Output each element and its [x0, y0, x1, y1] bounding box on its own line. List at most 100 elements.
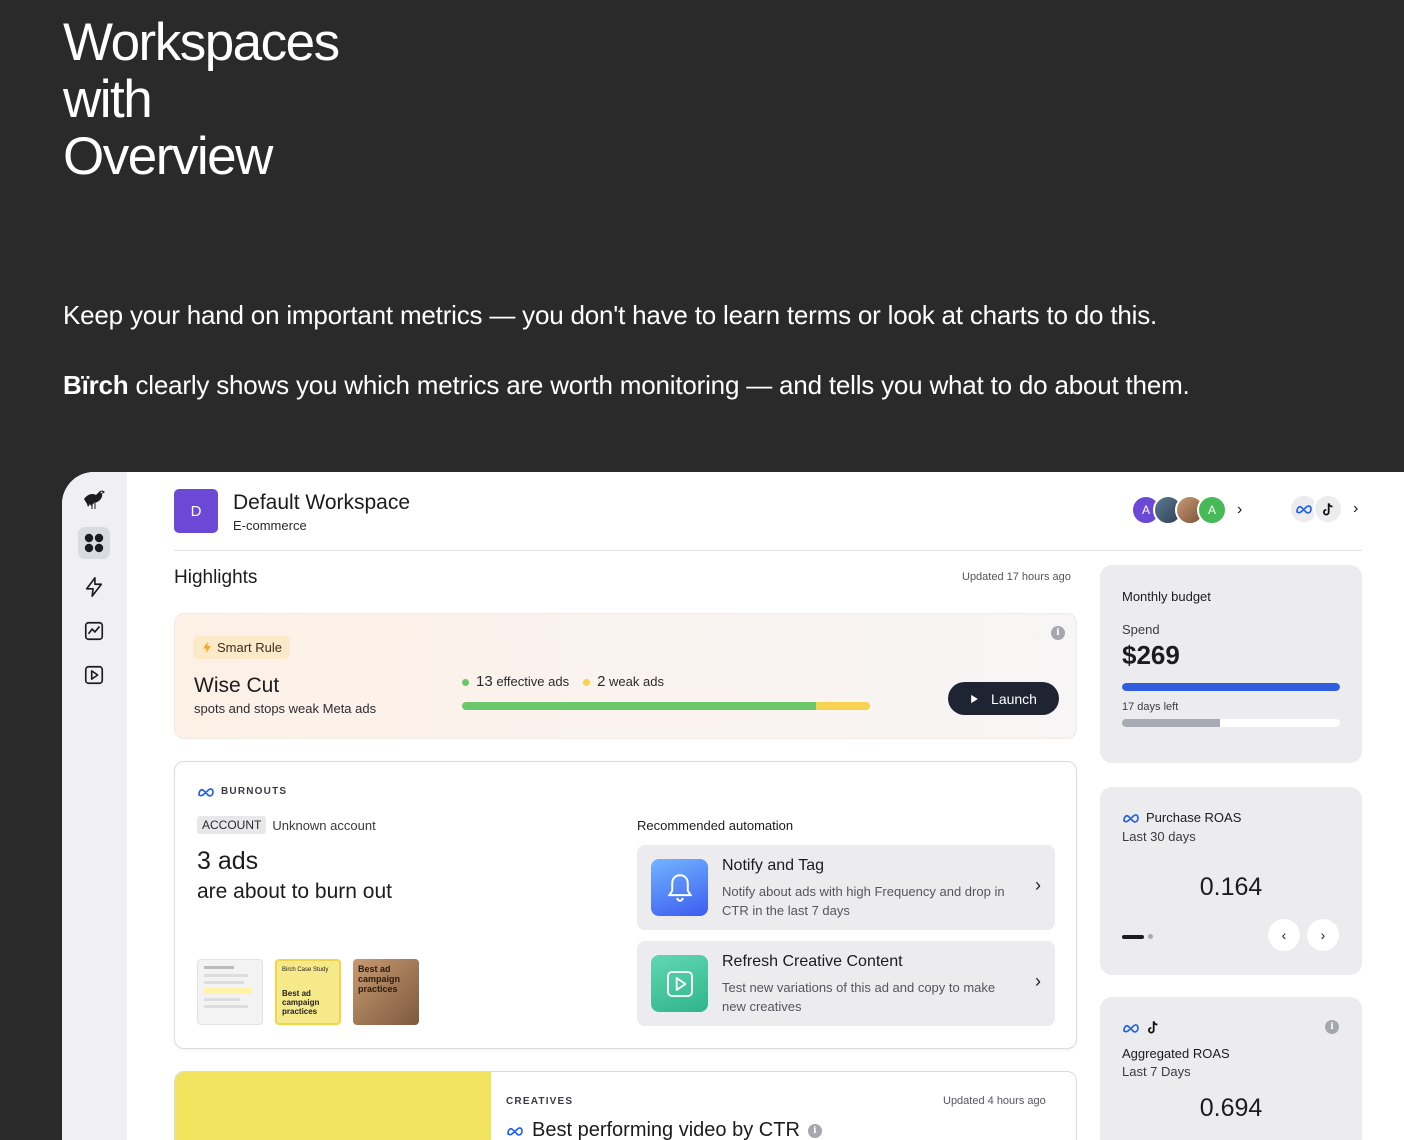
creatives-updated: Updated 4 hours ago — [943, 1095, 1046, 1107]
agg-period: Last 7 Days — [1122, 1064, 1191, 1079]
smart-rule-tag: Smart Rule — [193, 636, 291, 659]
burnout-ads-count: 3 ads — [197, 847, 259, 875]
next-button[interactable]: › — [1307, 919, 1339, 951]
play-icon[interactable] — [78, 659, 110, 691]
ad-thumbnails: Birch Case Study Best ad campaign practi… — [197, 959, 419, 1025]
team-avatars[interactable]: A A › — [1131, 494, 1242, 526]
creatives-card[interactable]: CREATIVES Updated 4 hours ago Best perfo… — [174, 1071, 1077, 1140]
spend-label: Spend — [1122, 622, 1160, 637]
hero-title-line: Overview — [63, 127, 273, 186]
chevron-right-icon[interactable]: › — [1353, 500, 1358, 518]
automation-refresh-creative[interactable]: Refresh Creative Content Test new variat… — [637, 941, 1055, 1026]
weak-label: weak ads — [609, 674, 664, 689]
roas-value: 0.164 — [1199, 873, 1263, 901]
account-pill: ACCOUNT — [197, 816, 267, 834]
spend-value: $269 — [1122, 640, 1180, 670]
workspace-name[interactable]: Default Workspace — [233, 491, 410, 515]
automation-desc: Test new variations of this ad and copy … — [722, 980, 996, 1014]
avatar: A — [1197, 495, 1227, 525]
platform-icons — [1122, 1020, 1160, 1035]
thumb-headline: Best ad campaign practices — [358, 964, 401, 994]
launch-button[interactable]: Launch — [948, 682, 1059, 715]
play-icon — [971, 694, 978, 703]
tagline-birch-text: clearly shows you which metrics are wort… — [128, 370, 1190, 400]
effective-segment — [462, 702, 816, 710]
rule-name: Wise Cut — [194, 674, 280, 697]
page-dot-active[interactable] — [1122, 934, 1144, 939]
automation-notify-tag[interactable]: Notify and Tag Notify about ads with hig… — [637, 845, 1055, 930]
platform-connections[interactable]: › — [1289, 494, 1358, 524]
chart-icon[interactable] — [78, 615, 110, 647]
ad-thumbnail[interactable] — [197, 959, 263, 1025]
creatives-kicker: CREATIVES — [506, 1096, 574, 1107]
monthly-budget-card[interactable]: Monthly budget Spend $269 17 days left — [1100, 565, 1362, 763]
thumb-caption: Birch Case Study — [282, 967, 329, 973]
chevron-right-icon[interactable]: › — [1237, 501, 1242, 519]
burnouts-kicker-label: BURNOUTS — [221, 786, 288, 797]
sidebar-rail — [62, 472, 127, 1140]
meta-icon — [507, 1126, 523, 1136]
workspace-type: E-commerce — [233, 518, 307, 533]
agg-value: 0.694 — [1199, 1094, 1263, 1122]
workspace-header: D Default Workspace E-commerce A A › › — [174, 472, 1362, 551]
carousel-pagination — [1122, 934, 1153, 939]
roas-period: Last 30 days — [1122, 829, 1196, 844]
effective-count: 13 — [476, 673, 493, 690]
legend-dot — [583, 679, 591, 687]
creative-preview[interactable] — [175, 1072, 491, 1140]
ads-ratio-bar — [462, 702, 870, 710]
page-dot[interactable] — [1148, 934, 1153, 939]
brand-name: Bïrch — [63, 370, 129, 400]
tiktok-icon — [1148, 1021, 1158, 1034]
hero-title-line: Workspaces — [63, 13, 340, 72]
account-row: ACCOUNT Unknown account — [197, 816, 376, 834]
spend-bar — [1122, 683, 1340, 691]
days-bar — [1122, 719, 1340, 727]
creatives-title-row: Best performing video by CTR i — [506, 1119, 822, 1140]
tiktok-icon — [1313, 494, 1343, 524]
app-window: D Default Workspace E-commerce A A › › H… — [62, 472, 1404, 1140]
legend-effective: 13 effective ads — [462, 673, 569, 690]
roas-title-row: Purchase ROAS — [1122, 810, 1241, 825]
chevron-right-icon: › — [1035, 971, 1041, 991]
agg-title: Aggregated ROAS — [1122, 1046, 1230, 1061]
tagline-birch: Bïrch clearly shows you which metrics ar… — [63, 370, 1190, 401]
automation-title: Refresh Creative Content — [722, 953, 903, 970]
automation-desc: Notify about ads with high Frequency and… — [722, 884, 1005, 918]
burnout-subtitle: are about to burn out — [197, 880, 392, 903]
bell-icon — [651, 859, 708, 916]
highlights-updated: Updated 17 hours ago — [962, 571, 1071, 583]
account-name[interactable]: Unknown account — [272, 818, 375, 833]
workspace-badge[interactable]: D — [174, 489, 218, 533]
ad-thumbnail[interactable]: Birch Case Study Best ad campaign practi… — [275, 959, 341, 1025]
highlights-title: Highlights — [174, 567, 258, 588]
recommended-title: Recommended automation — [637, 818, 794, 833]
ad-thumbnail[interactable]: Best ad campaign practices — [353, 959, 419, 1025]
dashboard-grid-icon[interactable] — [78, 527, 110, 559]
hero-title-line: with — [63, 70, 153, 129]
info-icon[interactable]: i — [807, 1123, 822, 1138]
burnouts-kicker: BURNOUTS — [197, 786, 287, 797]
chevron-right-icon: › — [1035, 875, 1041, 895]
smart-rule-tag-label: Smart Rule — [217, 640, 283, 655]
roas-title: Purchase ROAS — [1146, 810, 1242, 825]
thumb-headline: Best ad campaign practices — [282, 989, 320, 1016]
hero-title: Workspaces with Overview — [63, 13, 340, 186]
days-left: 17 days left — [1122, 701, 1179, 713]
lightning-icon[interactable] — [78, 571, 110, 603]
info-icon[interactable]: i — [1325, 1020, 1339, 1034]
info-icon[interactable]: i — [1051, 626, 1065, 640]
legend-dot — [462, 679, 469, 687]
lightning-icon — [203, 642, 211, 653]
smart-rule-card[interactable]: Smart Rule Wise Cut spots and stops weak… — [174, 613, 1077, 739]
meta-icon — [198, 787, 214, 797]
legend-weak: 2 weak ads — [583, 673, 664, 690]
ads-legend: 13 effective ads 2 weak ads — [462, 673, 664, 690]
bird-logo-icon[interactable] — [78, 482, 110, 514]
aggregated-roas-card: i Aggregated ROAS Last 7 Days 0.694 — [1100, 997, 1362, 1140]
rule-description: spots and stops weak Meta ads — [194, 701, 377, 716]
burnouts-card: BURNOUTS ACCOUNT Unknown account 3 ads a… — [174, 761, 1077, 1049]
automation-title: Notify and Tag — [722, 857, 824, 874]
prev-button[interactable]: ‹ — [1268, 919, 1300, 951]
purchase-roas-card: Purchase ROAS Last 30 days 0.164 ‹ › — [1100, 787, 1362, 975]
